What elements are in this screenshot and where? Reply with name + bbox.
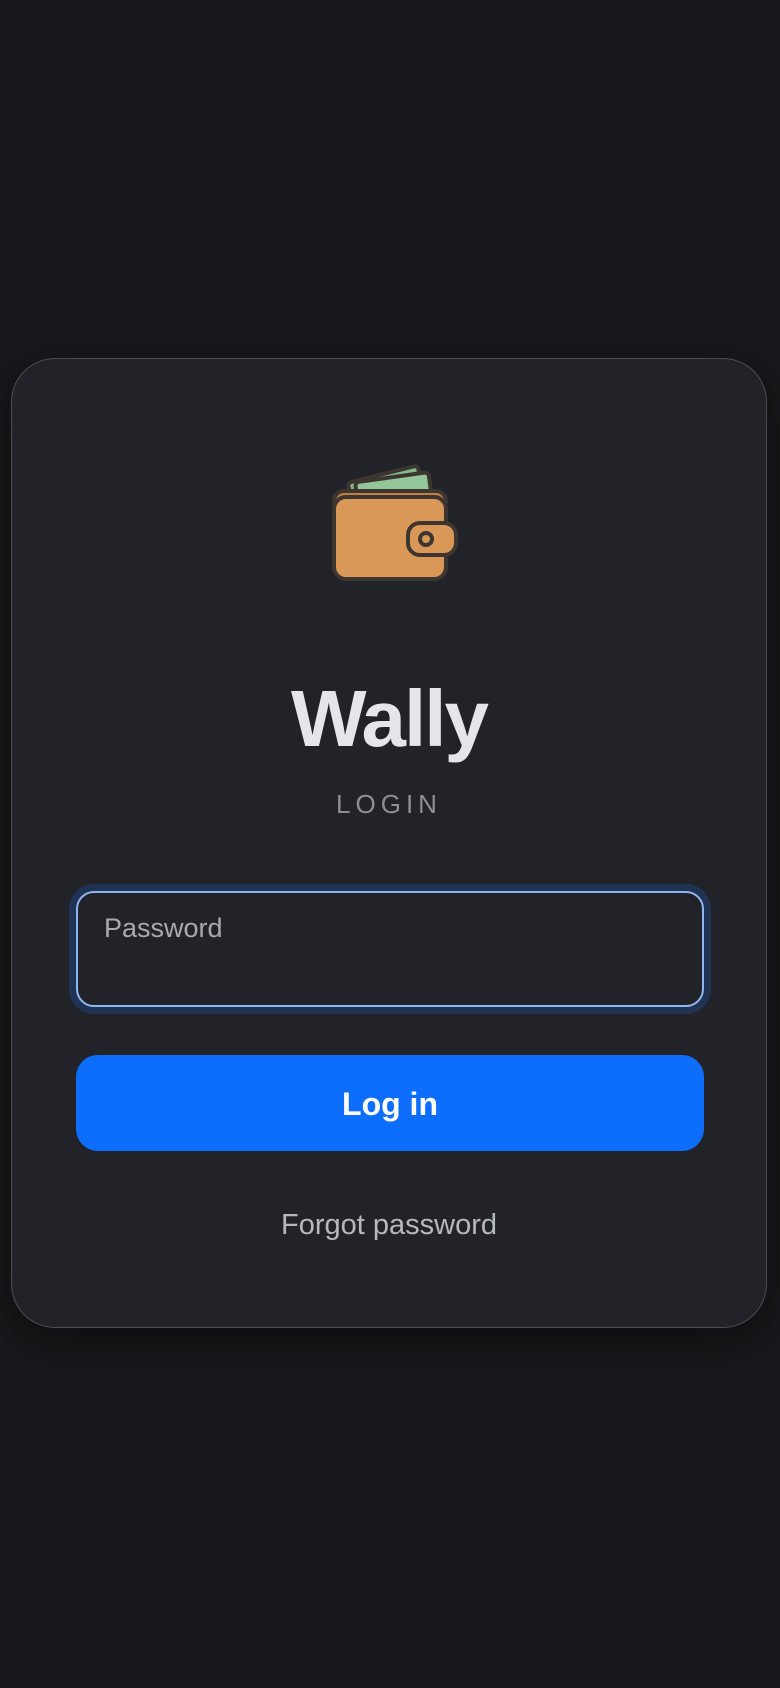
login-button[interactable]: Log in bbox=[76, 1055, 704, 1151]
forgot-password-link[interactable]: Forgot password bbox=[12, 1211, 766, 1240]
app-title: Wally bbox=[291, 674, 489, 763]
password-field[interactable]: Password bbox=[76, 891, 704, 1007]
password-input[interactable] bbox=[102, 949, 678, 991]
password-label: Password bbox=[104, 913, 223, 943]
wallet-icon bbox=[330, 451, 460, 581]
page-subtitle: LOGIN bbox=[336, 789, 442, 819]
login-card: Wally LOGIN Password Log in Forgot passw… bbox=[11, 358, 767, 1328]
